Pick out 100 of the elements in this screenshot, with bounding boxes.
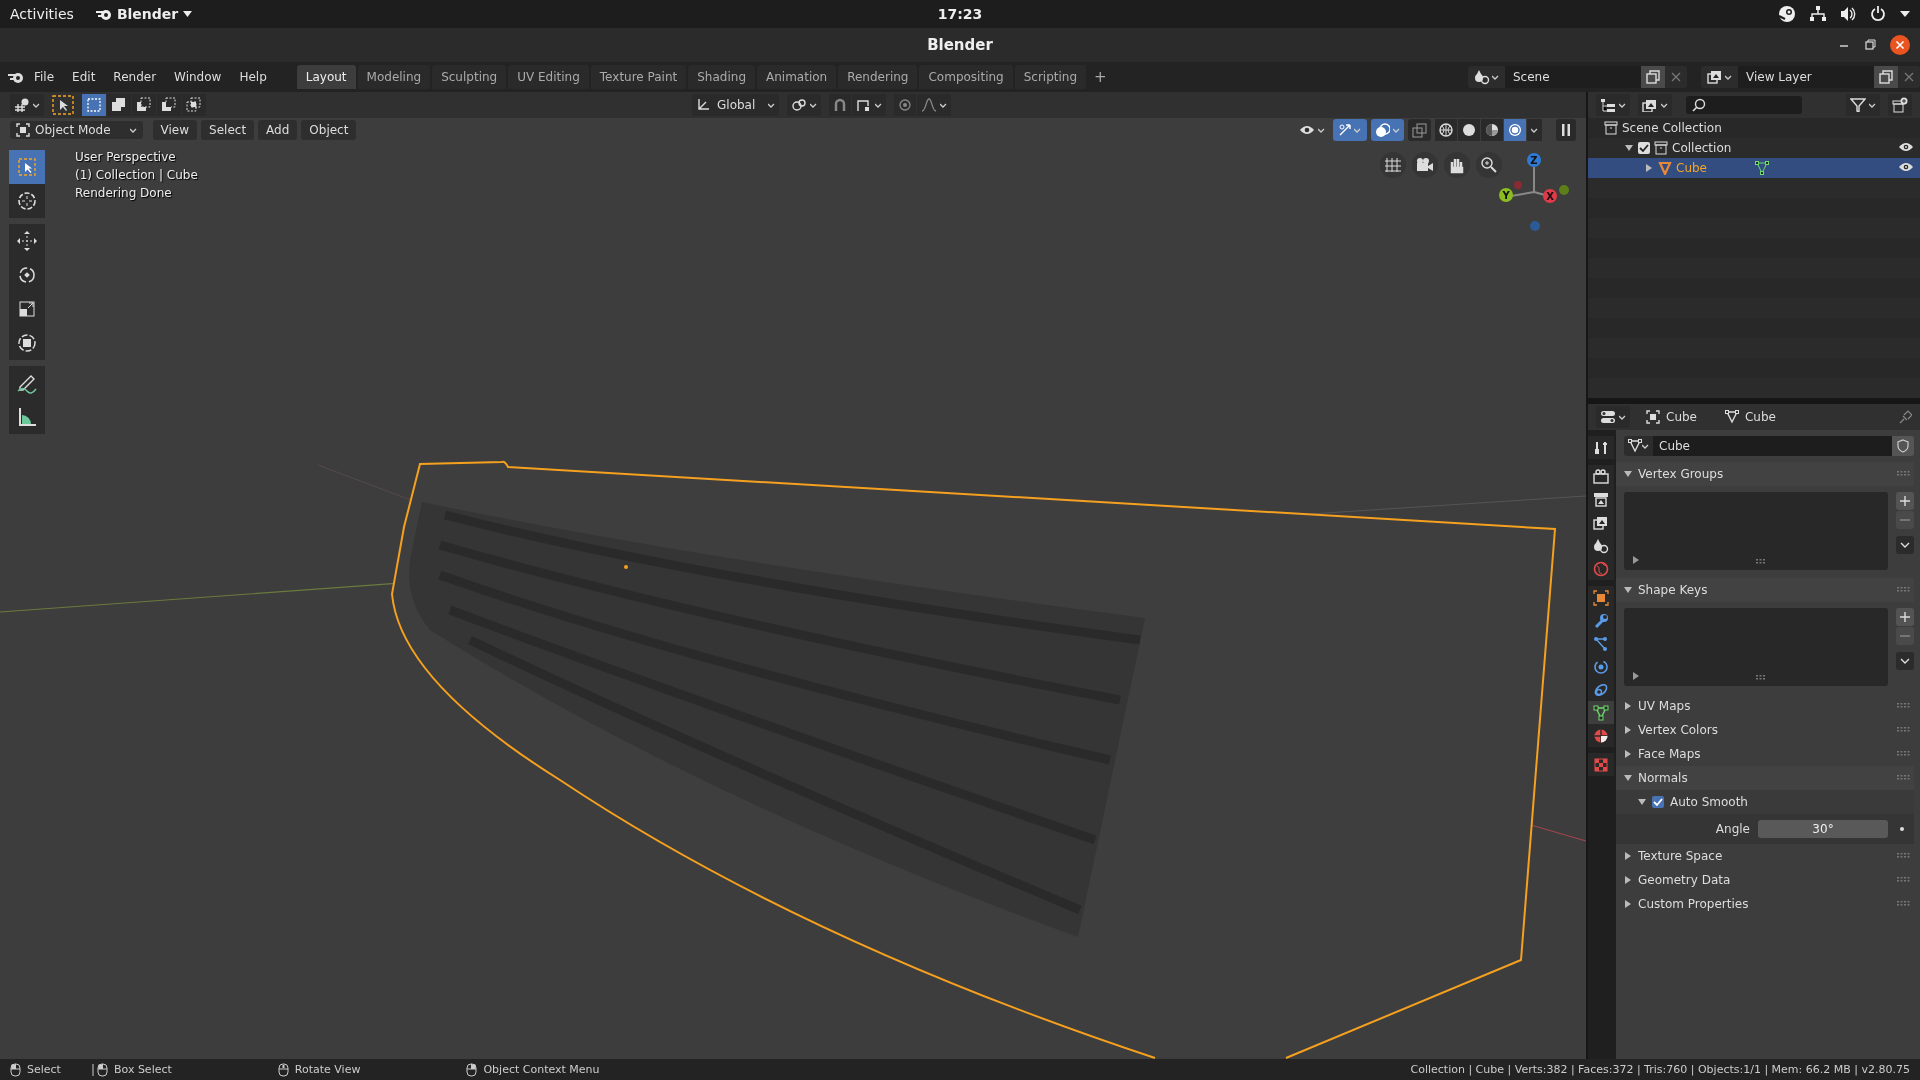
filter-button[interactable] — [1846, 94, 1880, 116]
properties-tab[interactable] — [1588, 701, 1614, 724]
proportional-edit-button[interactable] — [894, 94, 917, 116]
tool-button[interactable] — [9, 224, 45, 258]
app-menu[interactable]: Blender — [95, 6, 193, 22]
workspace-tab[interactable]: Shading — [688, 65, 755, 89]
steam-icon[interactable] — [1778, 5, 1796, 23]
search-field[interactable] — [1686, 96, 1802, 114]
activities-button[interactable]: Activities — [10, 6, 74, 22]
properties-tab[interactable] — [1588, 678, 1614, 701]
camera-button[interactable] — [1412, 152, 1438, 178]
collapsed-arrow-icon[interactable] — [1624, 750, 1632, 758]
editor-type-button[interactable] — [1596, 406, 1630, 428]
menu-item[interactable]: Help — [231, 67, 275, 87]
collapsed-arrow-icon[interactable] — [1624, 876, 1632, 884]
collapsed-arrow-icon[interactable] — [1624, 702, 1632, 710]
blender-logo-icon[interactable] — [8, 70, 24, 84]
object-mode-dropdown[interactable]: Object Mode — [10, 121, 143, 139]
axis-button[interactable]: Z — [1527, 153, 1541, 167]
editor-type-button[interactable] — [10, 94, 44, 116]
shading-options-button[interactable] — [1527, 119, 1542, 141]
add-workspace-button[interactable]: + — [1088, 65, 1113, 89]
fake-user-button[interactable] — [1892, 436, 1914, 456]
expanded-arrow-icon[interactable] — [1624, 774, 1632, 782]
menu-item[interactable]: Render — [105, 67, 165, 87]
close-icon[interactable] — [1890, 35, 1910, 55]
workspace-tab[interactable]: Texture Paint — [590, 65, 687, 89]
specials-button[interactable] — [1896, 652, 1914, 670]
pause-button[interactable] — [1556, 119, 1576, 141]
tool-button[interactable] — [9, 326, 45, 360]
properties-tab[interactable] — [1588, 465, 1614, 488]
snap-toggle-button[interactable] — [829, 94, 852, 116]
mesh-name-field[interactable]: Cube — [1653, 436, 1892, 456]
workspace-tab[interactable]: Modeling — [357, 65, 431, 89]
workspace-tab[interactable]: Scripting — [1014, 65, 1087, 89]
selection-mode-button[interactable] — [157, 94, 181, 116]
shading-mode-button[interactable] — [1435, 119, 1457, 141]
workspace-tab[interactable]: Animation — [757, 65, 837, 89]
axis-button[interactable]: Y — [1499, 188, 1513, 202]
zoom-button[interactable] — [1476, 152, 1502, 178]
shading-mode-button[interactable] — [1458, 119, 1480, 141]
view-layer-field[interactable]: View Layer — [1738, 66, 1874, 88]
menu-button[interactable]: Add — [258, 120, 298, 140]
caret-icon[interactable] — [1900, 11, 1910, 17]
editor-type-button[interactable] — [1596, 94, 1630, 116]
collapsed-arrow-icon[interactable] — [1624, 726, 1632, 734]
selection-mode-button[interactable] — [132, 94, 156, 116]
workspace-tab[interactable]: Rendering — [838, 65, 918, 89]
pivot-point-button[interactable] — [787, 94, 822, 116]
power-icon[interactable] — [1870, 6, 1886, 22]
collapsed-arrow-icon[interactable] — [1624, 852, 1632, 860]
expanded-arrow-icon[interactable] — [1624, 586, 1632, 594]
checkbox[interactable] — [1652, 796, 1664, 808]
menu-button[interactable]: View — [152, 120, 198, 140]
tool-button[interactable] — [9, 184, 45, 218]
xray-toggle-button[interactable] — [1408, 119, 1431, 141]
panel-header[interactable]: Shape Keys — [1616, 578, 1914, 602]
outliner-item[interactable]: Cube — [1676, 161, 1707, 175]
add-button[interactable] — [1896, 492, 1914, 510]
eye-icon[interactable] — [1898, 141, 1914, 153]
snap-target-button[interactable] — [852, 94, 887, 116]
subpanel-arrow-icon[interactable] — [1638, 798, 1646, 806]
copy-button[interactable] — [1874, 66, 1898, 88]
outliner-item[interactable]: Collection — [1672, 141, 1732, 155]
properties-tab[interactable] — [1588, 724, 1614, 747]
workspace-tab[interactable]: Sculpting — [432, 65, 507, 89]
maximize-icon[interactable] — [1864, 39, 1876, 51]
workspace-tab[interactable]: Compositing — [919, 65, 1013, 89]
workspace-tab[interactable]: Layout — [296, 65, 356, 89]
collapsed-arrow-icon[interactable] — [1645, 164, 1653, 172]
display-mode-button[interactable] — [1638, 94, 1672, 116]
angle-field[interactable]: 30° — [1758, 820, 1888, 838]
shading-mode-button[interactable] — [1504, 119, 1526, 141]
checkbox[interactable] — [1638, 142, 1650, 154]
pin-icon[interactable] — [1898, 410, 1912, 424]
overlays-toggle-button[interactable] — [1371, 119, 1404, 141]
panel-header[interactable]: Normals — [1616, 766, 1914, 790]
gizmos-toggle-button[interactable] — [1333, 119, 1367, 141]
outliner-item[interactable]: Scene Collection — [1622, 121, 1722, 135]
select-tool-icon[interactable] — [52, 95, 74, 115]
menu-item[interactable]: Window — [166, 67, 230, 87]
grid-button[interactable] — [1380, 152, 1406, 178]
tool-button[interactable] — [9, 366, 45, 400]
workspace-tab[interactable]: UV Editing — [508, 65, 589, 89]
copy-button[interactable] — [1641, 66, 1665, 88]
panel-header[interactable]: Vertex Groups — [1616, 462, 1914, 486]
menu-item[interactable]: Edit — [64, 67, 104, 87]
tool-button[interactable] — [9, 400, 45, 434]
selection-mode-button[interactable] — [182, 94, 206, 116]
collapsed-arrow-icon[interactable] — [1624, 900, 1632, 908]
expand-arrow-icon[interactable] — [1632, 556, 1640, 564]
network-icon[interactable] — [1810, 6, 1826, 22]
menu-button[interactable]: Object — [301, 120, 357, 140]
selection-mode-button[interactable] — [107, 94, 131, 116]
keyframe-dot-icon[interactable] — [1900, 827, 1904, 831]
add-button[interactable] — [1896, 608, 1914, 626]
falloff-button[interactable] — [917, 94, 952, 116]
expanded-arrow-icon[interactable] — [1624, 470, 1632, 478]
new-collection-button[interactable] — [1888, 94, 1912, 116]
menu-button[interactable]: Select — [201, 120, 255, 140]
